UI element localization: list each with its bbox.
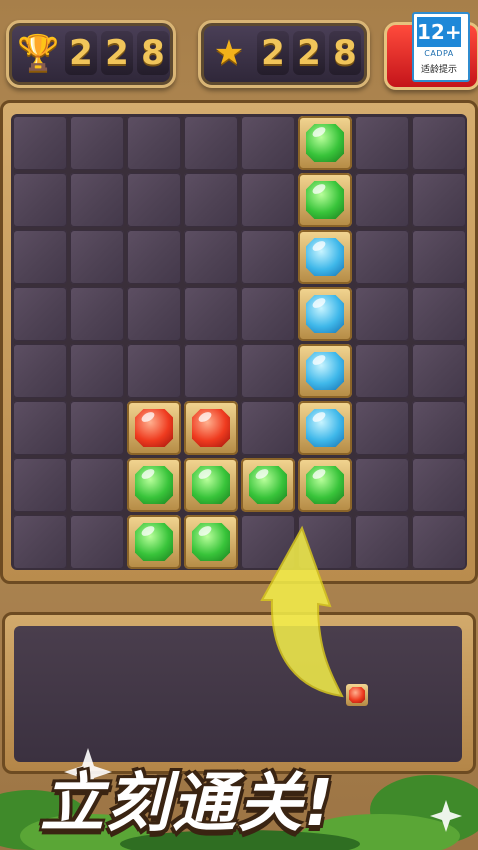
promo-banner-text: 立刻通关! — [40, 767, 336, 841]
drag-hint-arrow-icon — [260, 525, 344, 698]
